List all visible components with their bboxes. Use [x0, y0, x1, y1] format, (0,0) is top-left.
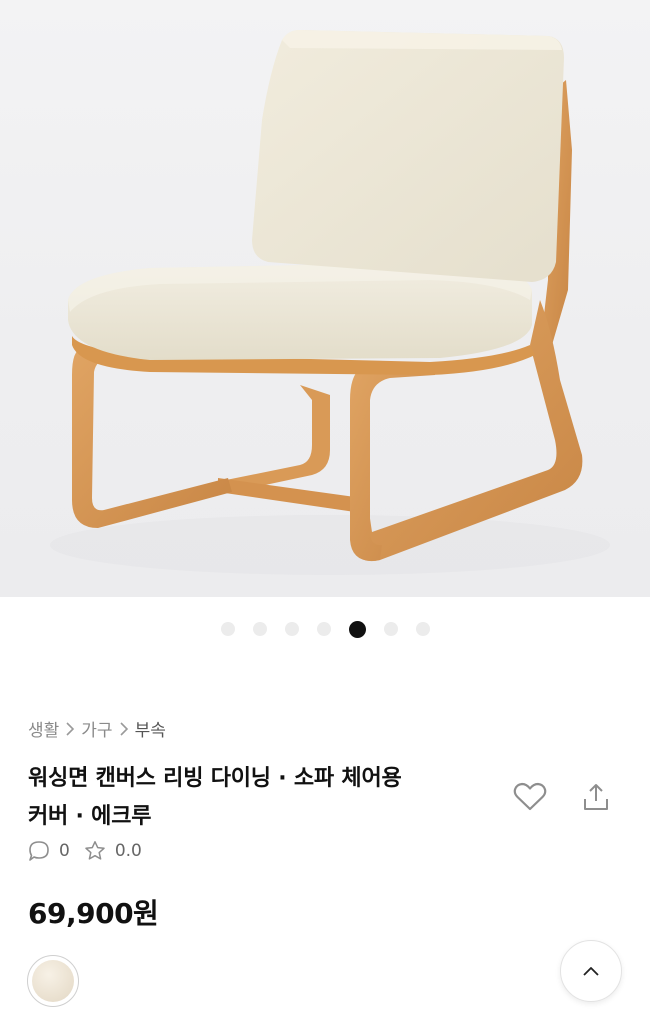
product-image[interactable]	[0, 0, 650, 597]
comment-icon	[29, 841, 49, 861]
heart-icon	[513, 782, 547, 811]
carousel-dot[interactable]	[284, 622, 299, 636]
breadcrumb-item[interactable]: 생활	[28, 716, 59, 741]
breadcrumb: 생활 가구 부속	[28, 716, 166, 741]
chevron-right-icon	[113, 719, 135, 739]
product-title: 워싱면 캔버스 리빙 다이닝 · 소파 체어용 커버 · 에크루	[28, 760, 468, 836]
carousel-dot[interactable]	[316, 622, 331, 636]
rating[interactable]: 0.0	[84, 840, 142, 862]
chevron-right-icon	[59, 719, 81, 739]
breadcrumb-item[interactable]: 부속	[135, 716, 166, 741]
carousel-dot-active[interactable]	[348, 620, 366, 638]
carousel-indicator	[0, 620, 650, 638]
comment-count[interactable]: 0	[28, 840, 70, 862]
star-icon	[85, 841, 105, 860]
product-stats: 0 0.0	[28, 840, 156, 862]
carousel-dot[interactable]	[220, 622, 235, 636]
product-title-line: 커버 · 에크루	[28, 804, 152, 829]
carousel-dot[interactable]	[383, 622, 398, 636]
chevron-up-icon	[583, 967, 599, 976]
color-swatch-fill	[32, 960, 74, 1002]
carousel-dot[interactable]	[252, 622, 267, 636]
chair-illustration	[50, 30, 610, 575]
scroll-top-button[interactable]	[560, 940, 622, 1002]
breadcrumb-item[interactable]: 가구	[81, 716, 112, 741]
rating-value: 0.0	[114, 841, 142, 861]
favorite-button[interactable]	[510, 778, 550, 816]
product-title-line: 워싱면 캔버스 리빙 다이닝 · 소파 체어용	[28, 766, 402, 791]
color-swatch[interactable]	[27, 955, 79, 1007]
comment-count-value: 0	[59, 841, 70, 861]
carousel-dot[interactable]	[415, 622, 430, 636]
product-price: 69,900원	[28, 897, 159, 930]
share-icon	[584, 784, 608, 810]
share-button[interactable]	[578, 778, 614, 816]
